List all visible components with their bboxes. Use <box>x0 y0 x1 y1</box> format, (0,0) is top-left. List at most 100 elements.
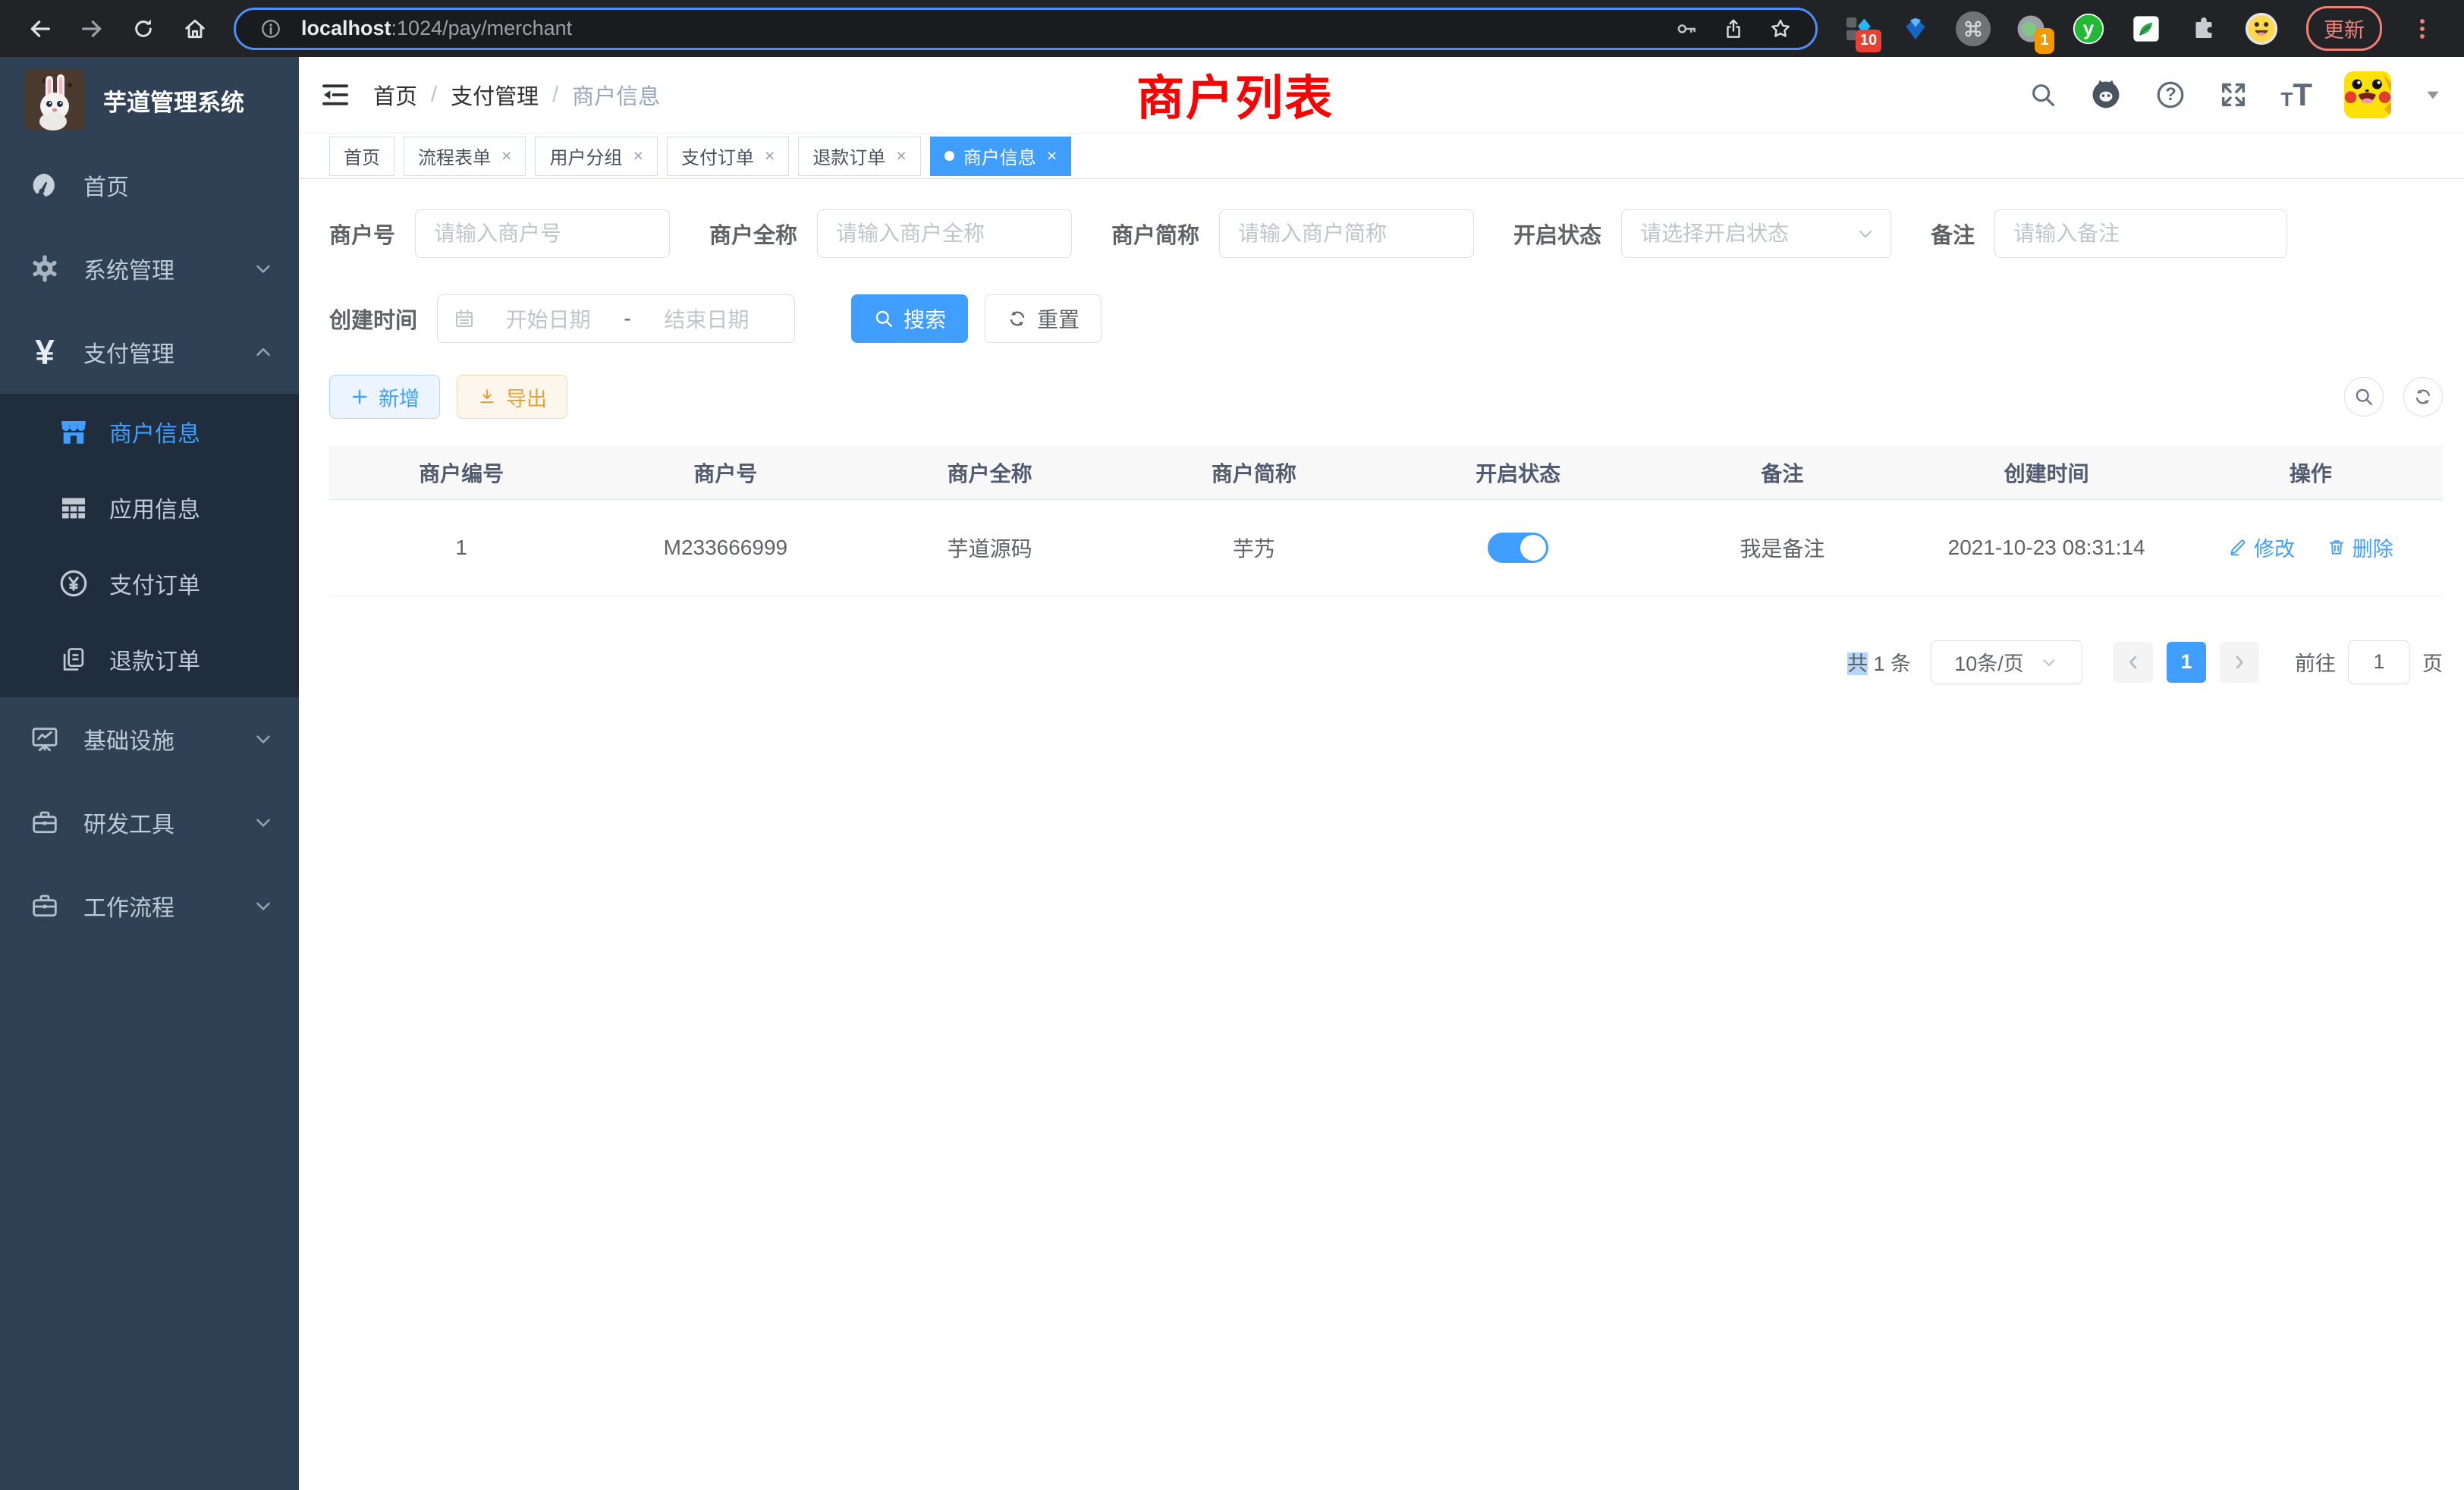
start-date-placeholder[interactable]: 开始日期 <box>476 303 621 334</box>
short-name-input[interactable] <box>1219 209 1474 258</box>
search-button[interactable]: 搜索 <box>851 294 968 343</box>
filter-full-name: 商户全称 <box>709 209 1072 258</box>
session-extension-icon[interactable]: 1 <box>2013 11 2048 46</box>
close-icon[interactable]: × <box>896 146 906 166</box>
tab-merchant-info[interactable]: 商户信息× <box>930 137 1071 176</box>
col-remark: 备注 <box>1650 446 1914 499</box>
tab-user-group[interactable]: 用户分组× <box>535 137 657 176</box>
browser-reload-button[interactable] <box>120 8 167 50</box>
gem-extension-icon[interactable] <box>1898 11 1933 46</box>
status-select-input[interactable] <box>1621 209 1891 258</box>
fullscreen-icon[interactable] <box>2218 80 2249 110</box>
sidebar-item-pay-order[interactable]: 支付订单 <box>0 545 299 621</box>
end-date-placeholder[interactable]: 结束日期 <box>634 303 779 334</box>
current-page-button[interactable]: 1 <box>2167 642 2206 683</box>
browser-back-button[interactable] <box>17 8 64 50</box>
refresh-table-button[interactable] <box>2403 377 2443 417</box>
close-icon[interactable]: × <box>1047 146 1057 166</box>
github-icon[interactable] <box>2089 78 2123 112</box>
font-size-icon[interactable]: TT <box>2280 82 2312 108</box>
delete-link[interactable]: 删除 <box>2327 533 2393 562</box>
sidebar-item-home[interactable]: 首页 <box>0 143 299 227</box>
browser-forward-button[interactable] <box>68 8 115 50</box>
breadcrumb-home[interactable]: 首页 <box>373 79 417 111</box>
breadcrumb-separator: / <box>431 83 437 108</box>
status-select[interactable] <box>1621 209 1891 258</box>
browser-extensions-area: 10 1 y 更新 <box>1833 6 2447 51</box>
pagination: 共 1 条 10条/页 1 前往 页 <box>329 640 2443 684</box>
sidebar: 芋道管理系统 首页 系统管理 ¥ 支付管理 商户信息 应用信息 <box>0 57 299 1490</box>
merchant-no-input[interactable] <box>415 209 670 258</box>
avatar[interactable] <box>2344 71 2391 118</box>
breadcrumb-separator: / <box>552 83 558 108</box>
refresh-icon <box>1007 308 1028 329</box>
browser-update-button[interactable]: 更新 <box>2306 6 2382 51</box>
sidebar-item-merchant-info[interactable]: 商户信息 <box>0 394 299 470</box>
browser-home-button[interactable] <box>171 8 218 50</box>
monitor-check-icon <box>26 724 64 754</box>
next-page-button[interactable] <box>2220 642 2259 683</box>
sidebar-item-label: 首页 <box>83 168 129 202</box>
export-button[interactable]: 导出 <box>457 375 567 419</box>
tabs-extension-icon[interactable]: 10 <box>1840 11 1875 46</box>
sidebar-item-app-info[interactable]: 应用信息 <box>0 470 299 545</box>
close-icon[interactable]: × <box>501 146 511 166</box>
filter-row-1: 商户号 商户全称 商户简称 开启状态 <box>329 209 2443 294</box>
remark-input[interactable] <box>1994 209 2287 258</box>
page-size-select[interactable]: 10条/页 <box>1931 640 2082 684</box>
bookmark-star-icon[interactable] <box>1764 12 1797 46</box>
extensions-puzzle-icon[interactable] <box>2186 11 2221 46</box>
add-button[interactable]: 新增 <box>329 375 440 419</box>
close-icon[interactable]: × <box>765 146 775 166</box>
address-bar[interactable]: localhost:1024/pay/merchant <box>234 8 1818 50</box>
tab-process-form[interactable]: 流程表单× <box>404 137 526 176</box>
breadcrumb-payment[interactable]: 支付管理 <box>451 79 539 111</box>
sidebar-item-refund-order[interactable]: 退款订单 <box>0 621 299 697</box>
sidebar-item-payment[interactable]: ¥ 支付管理 <box>0 310 299 394</box>
sidebar-item-workflow[interactable]: 工作流程 <box>0 864 299 948</box>
sidebar-collapse-button[interactable] <box>320 80 350 110</box>
site-info-icon[interactable] <box>254 12 288 46</box>
password-key-icon[interactable] <box>1670 12 1703 46</box>
search-icon <box>873 308 894 329</box>
dashboard-icon <box>26 170 64 200</box>
sidebar-logo[interactable]: 芋道管理系统 <box>0 57 299 143</box>
goto-page-input[interactable] <box>2348 640 2410 684</box>
prev-page-button[interactable] <box>2114 642 2153 683</box>
status-toggle[interactable] <box>1488 533 1548 563</box>
filter-row-2: 创建时间 开始日期 - 结束日期 搜索 重置 <box>329 294 2443 343</box>
close-icon[interactable]: × <box>633 146 643 166</box>
sidebar-item-label: 应用信息 <box>109 491 200 524</box>
chevron-down-icon <box>252 728 275 750</box>
store-icon <box>56 416 91 448</box>
reset-button[interactable]: 重置 <box>985 294 1102 343</box>
edit-pencil-icon <box>2228 537 2248 557</box>
edit-link[interactable]: 修改 <box>2228 533 2295 562</box>
browser-menu-icon[interactable] <box>2405 11 2440 46</box>
sidebar-item-label: 支付管理 <box>83 335 174 369</box>
sidebar-item-dev-tools[interactable]: 研发工具 <box>0 781 299 864</box>
full-name-input[interactable] <box>817 209 1072 258</box>
command-extension-icon[interactable] <box>1956 11 1991 46</box>
docs-question-icon[interactable]: ? <box>2154 79 2186 111</box>
tab-home[interactable]: 首页 <box>329 137 394 176</box>
toggle-search-button[interactable] <box>2344 377 2384 417</box>
tab-pay-order[interactable]: 支付订单× <box>667 137 789 176</box>
tab-refund-order[interactable]: 退款订单× <box>798 137 920 176</box>
chevron-down-icon <box>252 894 275 917</box>
cell-status <box>1386 499 1650 596</box>
profile-emoji-icon[interactable] <box>2244 11 2279 46</box>
share-icon[interactable] <box>1717 12 1750 46</box>
sidebar-item-infrastructure[interactable]: 基础设施 <box>0 697 299 781</box>
chevron-down-icon <box>2039 652 2059 672</box>
green-y-extension-icon[interactable]: y <box>2071 11 2106 46</box>
avatar-caret-icon[interactable] <box>2423 85 2443 105</box>
sidebar-item-system[interactable]: 系统管理 <box>0 227 299 310</box>
date-range-picker[interactable]: 开始日期 - 结束日期 <box>437 294 795 343</box>
field-label: 开启状态 <box>1513 218 1601 250</box>
col-merchant-id: 商户编号 <box>329 446 593 499</box>
filter-merchant-no: 商户号 <box>329 209 670 258</box>
header-search-icon[interactable] <box>2029 80 2057 109</box>
leaf-extension-icon[interactable] <box>2129 11 2164 46</box>
payment-submenu: 商户信息 应用信息 支付订单 退款订单 <box>0 394 299 697</box>
